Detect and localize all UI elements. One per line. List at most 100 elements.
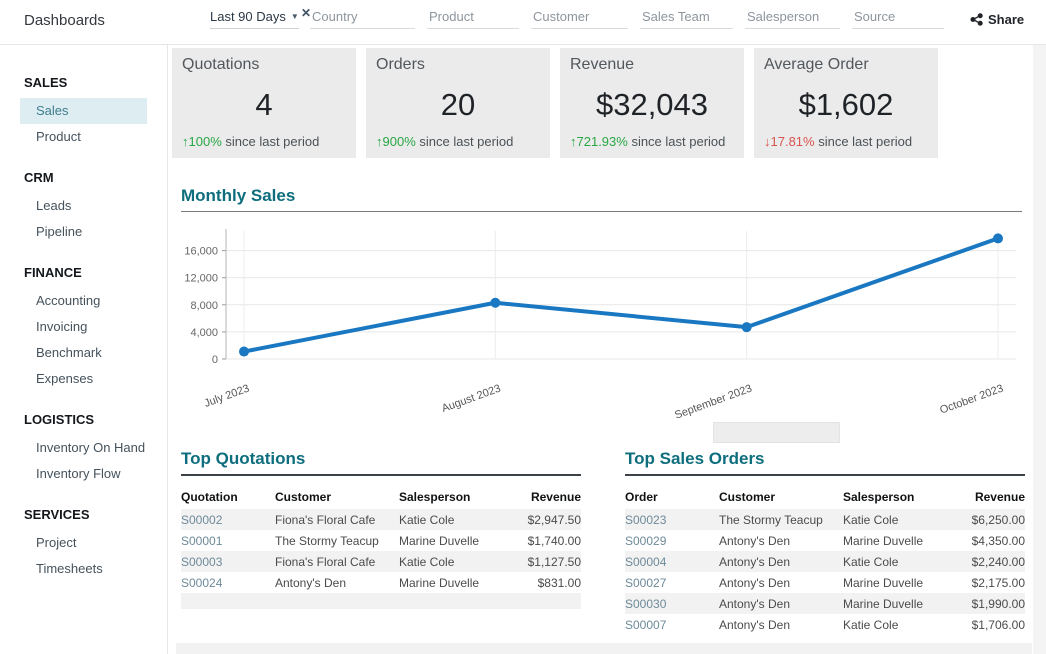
sidebar-item-accounting[interactable]: Accounting [20,288,147,314]
record-link[interactable]: S00030 [625,593,719,614]
kpi-delta: ↑900% since last period [376,134,540,149]
table-cell: $1,127.50 [511,551,581,572]
monthly-sales-line-chart: 04,0008,00012,00016,000July 2023August 2… [181,223,1022,423]
filter-input-sales-team[interactable] [640,9,733,29]
date-range-filter[interactable]: Last 90 Days ▼ [210,9,299,29]
record-link[interactable]: S00004 [625,551,719,572]
chevron-down-icon[interactable]: ▼ [291,12,299,21]
kpi-value: 4 [182,89,346,120]
table-cell [181,593,581,609]
record-link[interactable]: S00023 [625,509,719,530]
column-header[interactable]: Revenue [511,485,581,509]
sidebar-item-timesheets[interactable]: Timesheets [20,556,147,582]
table-cell: Marine Duvelle [843,572,955,593]
column-header[interactable]: Quotation [181,485,275,509]
sidebar-item-leads[interactable]: Leads [20,193,147,219]
monthly-sales-title: Monthly Sales [181,186,1022,212]
filter-input-product[interactable] [427,9,519,29]
data-point[interactable] [490,298,500,308]
sidebar-item-inventory-on-hand[interactable]: Inventory On Hand [20,435,147,461]
y-axis-tick: 8,000 [190,300,218,312]
filter-input-source[interactable] [852,9,944,29]
kpi-delta: ↑100% since last period [182,134,346,149]
column-header[interactable]: Salesperson [399,485,511,509]
record-link[interactable]: S00001 [181,530,275,551]
table-row: S00030Antony's DenMarine Duvelle$1,990.0… [625,593,1025,614]
top-sales-orders-panel: Top Sales Orders OrderCustomerSalesperso… [625,449,1025,635]
top-quotations-title: Top Quotations [181,449,581,476]
table-cell: Antony's Den [719,551,843,572]
filter-input-salesperson[interactable] [745,9,840,29]
share-button[interactable]: Share [970,12,1024,27]
filter-input-customer[interactable] [531,9,628,29]
table-cell: Fiona's Floral Cafe [275,509,399,530]
sidebar-section-title: CRM [0,170,167,193]
table-header-row: QuotationCustomerSalespersonRevenue [181,485,581,509]
sidebar: SALESSalesProductCRMLeadsPipelineFINANCE… [0,45,168,654]
main-content: Quotations4↑100% since last periodOrders… [168,45,1032,654]
sidebar-item-expenses[interactable]: Expenses [20,366,147,392]
column-header[interactable]: Salesperson [843,485,955,509]
record-link[interactable]: S00027 [625,572,719,593]
sidebar-item-sales[interactable]: Sales [20,98,147,124]
table-row: S00004Antony's DenKatie Cole$2,240.00 [625,551,1025,572]
filter-input-country[interactable] [310,9,415,29]
dashboard-page: Dashboards Last 90 Days ▼ ✕ Share SALESS… [0,0,1046,654]
filter-inputs [310,9,944,29]
table-header-row: OrderCustomerSalespersonRevenue [625,485,1025,509]
table-cell: $6,250.00 [955,509,1025,530]
table-row: S00029Antony's DenMarine Duvelle$4,350.0… [625,530,1025,551]
kpi-delta-suffix: since last period [416,134,514,149]
sidebar-item-inventory-flow[interactable]: Inventory Flow [20,461,147,487]
date-range-value[interactable]: Last 90 Days [210,9,286,24]
share-label: Share [988,12,1024,27]
sidebar-item-invoicing[interactable]: Invoicing [20,314,147,340]
table-cell: Marine Duvelle [399,530,511,551]
y-axis-tick: 12,000 [184,273,218,285]
kpi-title: Revenue [570,56,734,74]
table-empty-row [176,643,1032,654]
sidebar-item-project[interactable]: Project [20,530,147,556]
data-point[interactable] [239,347,249,357]
x-axis-tick: August 2023 [440,383,502,415]
column-header[interactable]: Order [625,485,719,509]
table-cell: Antony's Den [719,572,843,593]
sidebar-item-pipeline[interactable]: Pipeline [20,219,147,245]
table-cell: Marine Duvelle [843,593,955,614]
record-link[interactable]: S00029 [625,530,719,551]
record-link[interactable]: S00024 [181,572,275,593]
horizontal-scrollbar[interactable] [713,422,840,443]
data-point[interactable] [742,322,752,332]
table-cell: Antony's Den [719,593,843,614]
vertical-scrollbar-track[interactable] [1033,45,1046,654]
table-cell: Katie Cole [843,614,955,635]
table-cell: $1,706.00 [955,614,1025,635]
kpi-card-quotations: Quotations 4 ↑100% since last period [172,48,356,158]
table-row: S00001The Stormy TeacupMarine Duvelle$1,… [181,530,581,551]
x-axis-tick: July 2023 [203,383,251,410]
top-quotations-panel: Top Quotations QuotationCustomerSalesper… [181,449,581,609]
column-header[interactable]: Customer [719,485,843,509]
table-cell: $2,947.50 [511,509,581,530]
sidebar-item-product[interactable]: Product [20,124,147,150]
data-point[interactable] [993,233,1003,243]
table-cell: The Stormy Teacup [275,530,399,551]
kpi-card-orders: Orders20↑900% since last period [366,48,550,158]
sales-line-series [244,238,998,351]
kpi-title: Orders [376,56,540,74]
sidebar-section-title: SALES [0,75,167,98]
record-link[interactable]: S00003 [181,551,275,572]
sidebar-item-benchmark[interactable]: Benchmark [20,340,147,366]
table-cell: Katie Cole [843,509,955,530]
table-cell: Antony's Den [275,572,399,593]
record-link[interactable]: S00002 [181,509,275,530]
column-header[interactable]: Customer [275,485,399,509]
column-header[interactable]: Revenue [955,485,1025,509]
table-cell: Katie Cole [399,509,511,530]
record-link[interactable]: S00007 [625,614,719,635]
table-cell: Antony's Den [719,614,843,635]
sidebar-section: LOGISTICSInventory On HandInventory Flow [0,412,167,487]
kpi-title: Quotations [182,56,346,74]
table-cell: $831.00 [511,572,581,593]
y-axis-tick: 0 [212,354,218,366]
